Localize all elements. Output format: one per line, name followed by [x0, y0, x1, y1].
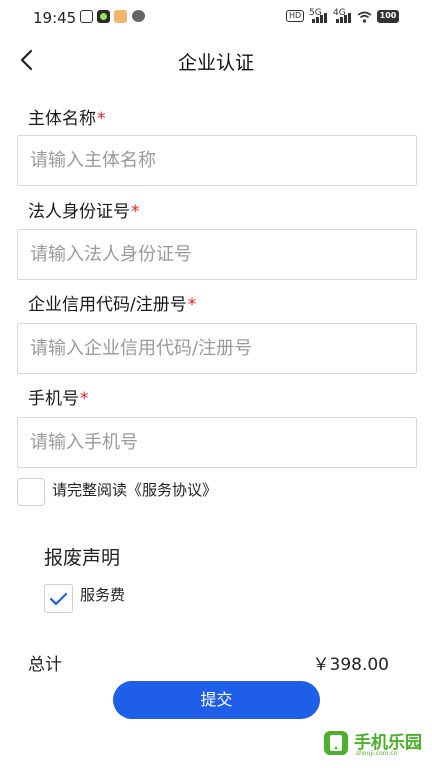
label-entity-name: 主体名称* [28, 104, 106, 129]
label-text: 企业信用代码/注册号 [28, 295, 187, 315]
credit-code-input[interactable] [18, 324, 416, 373]
label-credit-code: 企业信用代码/注册号* [28, 290, 196, 315]
checkmark-icon [49, 592, 68, 606]
service-fee-label: 服务费 [80, 586, 126, 604]
credit-code-field-box [17, 323, 417, 374]
label-text: 主体名称 [28, 109, 96, 129]
required-mark: * [131, 202, 140, 222]
entity-name-input[interactable] [18, 136, 416, 185]
required-mark: * [187, 295, 197, 315]
signal-icon [312, 12, 327, 23]
entity-name-field-box [17, 135, 417, 186]
total-label: 总计 [28, 655, 62, 675]
agreement-link[interactable]: 请完整阅读《服务协议》 [52, 479, 217, 500]
phone-field-box [17, 417, 417, 468]
watermark-logo-icon [324, 731, 348, 755]
total-value: ￥398.00 [312, 655, 389, 675]
hd-icon: HD [286, 10, 305, 22]
status-time: 19:45 [33, 9, 77, 27]
status-bar: 19:45 HD 5G 4G 100 [0, 0, 432, 34]
label-legal-id: 法人身份证号* [28, 197, 140, 222]
header: 企业认证 [0, 40, 432, 80]
notification-icon [80, 10, 93, 23]
message-icon [132, 10, 145, 22]
section-title: 报废声明 [44, 547, 121, 569]
phone-input[interactable] [18, 418, 416, 467]
app-notification-icon [97, 10, 110, 23]
app-badge-icon [114, 10, 127, 23]
watermark-url: shouji.com.cn [356, 750, 398, 757]
service-fee-checkbox[interactable] [44, 584, 73, 613]
label-text: 手机号 [28, 389, 79, 409]
agreement-checkbox[interactable] [17, 478, 45, 506]
legal-id-field-box [17, 229, 417, 280]
signal-icon-2 [336, 12, 351, 23]
label-phone: 手机号* [28, 384, 89, 409]
battery-icon: 100 [377, 10, 399, 23]
required-mark: * [97, 109, 106, 129]
required-mark: * [80, 389, 89, 409]
label-text: 法人身份证号 [28, 202, 130, 222]
legal-id-input[interactable] [18, 230, 416, 279]
submit-button[interactable]: 提交 [113, 681, 320, 719]
page-title: 企业认证 [177, 52, 254, 74]
wifi-icon [357, 11, 372, 23]
watermark: 手机乐园 shouji.com.cn [321, 726, 425, 762]
